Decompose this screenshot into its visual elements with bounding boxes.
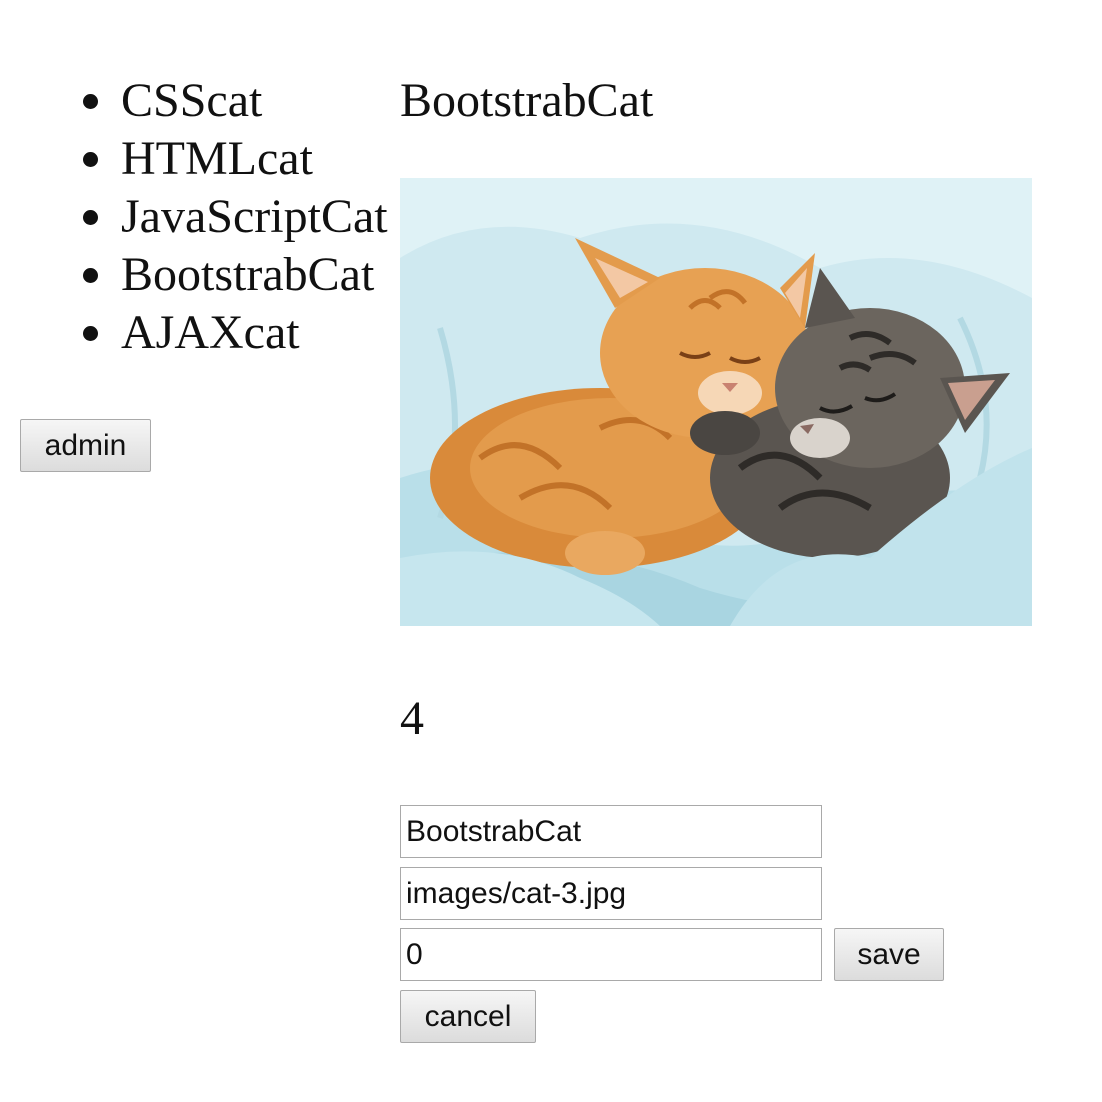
cat-list-item-label[interactable]: BootstrabCat [121,248,374,301]
kittens-illustration [400,178,1032,626]
cat-list: CSScat HTMLcat JavaScriptCat BootstrabCa… [0,72,388,362]
click-count: 4 [400,692,424,745]
cat-clicks-input[interactable]: 0 [400,928,822,981]
admin-button[interactable]: admin [20,419,151,472]
cat-list-item-javascriptcat[interactable]: JavaScriptCat [0,188,388,246]
bullet-icon [83,210,98,225]
cancel-button[interactable]: cancel [400,990,536,1043]
bullet-icon [83,94,98,109]
save-button[interactable]: save [834,928,944,981]
cat-list-item-label[interactable]: HTMLcat [121,132,313,185]
bullet-icon [83,152,98,167]
cat-list-item-csscat[interactable]: CSScat [0,72,388,130]
bullet-icon [83,326,98,341]
bullet-icon [83,268,98,283]
cat-image[interactable] [400,178,1032,626]
cat-image-url-input[interactable]: images/cat-3.jpg [400,867,822,920]
cat-name-input[interactable]: BootstrabCat [400,805,822,858]
cat-title: BootstrabCat [400,74,654,127]
cat-list-item-label[interactable]: AJAXcat [121,306,300,359]
cat-list-item-htmlcat[interactable]: HTMLcat [0,130,388,188]
cat-list-item-label[interactable]: JavaScriptCat [121,190,388,243]
cat-list-item-bootstrabcat[interactable]: BootstrabCat [0,246,388,304]
cat-list-item-label[interactable]: CSScat [121,74,262,127]
cat-list-item-ajaxcat[interactable]: AJAXcat [0,304,388,362]
